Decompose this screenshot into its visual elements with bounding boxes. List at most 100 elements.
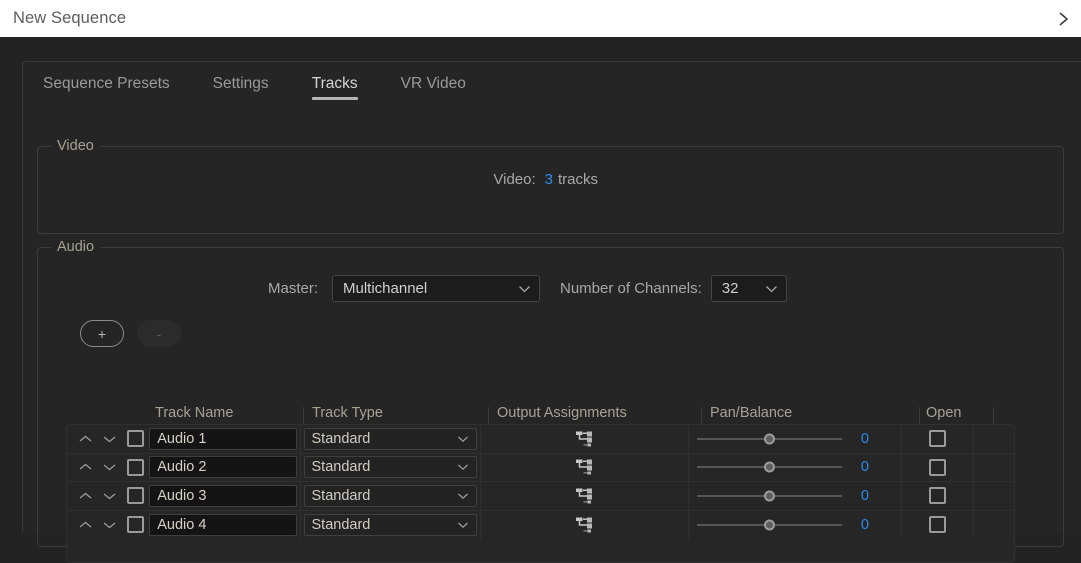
pan-balance-value[interactable]: 0 — [861, 517, 869, 533]
tab-tracks[interactable]: Tracks — [311, 75, 358, 100]
audio-routing-icon[interactable] — [575, 517, 594, 533]
tab-bar: Sequence Presets Settings Tracks VR Vide… — [23, 62, 466, 112]
add-track-button[interactable]: + — [80, 320, 124, 347]
dialog-body: Sequence Presets Settings Tracks VR Vide… — [0, 37, 1081, 563]
pan-balance-value[interactable]: 0 — [861, 459, 869, 475]
move-track-up-button[interactable] — [75, 429, 95, 449]
open-checkbox[interactable] — [928, 487, 946, 505]
chevron-down-icon — [518, 280, 531, 297]
pan-balance-slider[interactable] — [696, 515, 842, 535]
chevron-down-icon — [457, 459, 469, 475]
slider-knob[interactable] — [763, 461, 775, 473]
pan-balance-slider[interactable] — [696, 486, 842, 506]
track-type-select[interactable]: Standard — [303, 484, 478, 507]
chevron-down-icon — [457, 517, 469, 533]
pan-balance-cell: 0 — [687, 510, 901, 539]
chevron-down-icon — [457, 488, 469, 504]
slider-knob[interactable] — [763, 490, 775, 502]
move-track-down-button[interactable] — [99, 515, 119, 535]
track-name-input[interactable] — [149, 456, 297, 479]
track-type-select[interactable]: Standard — [303, 513, 478, 536]
move-track-up-button[interactable] — [75, 486, 95, 506]
open-cell — [900, 482, 973, 510]
track-type-value: Standard — [311, 459, 371, 476]
table-row: Standard 0 — [67, 510, 1014, 540]
slider-knob[interactable] — [763, 433, 775, 445]
pan-balance-value[interactable]: 0 — [861, 431, 869, 447]
track-name-input[interactable] — [149, 484, 297, 507]
tab-settings[interactable]: Settings — [213, 75, 269, 100]
move-track-up-button[interactable] — [75, 515, 95, 535]
open-cell — [900, 425, 973, 453]
track-type-select[interactable]: Standard — [303, 456, 478, 479]
table-row: Standard 0 — [67, 425, 1014, 454]
pan-balance-slider[interactable] — [696, 457, 842, 477]
video-group: Video Video: 3 tracks — [37, 138, 1064, 234]
slider-knob[interactable] — [763, 519, 775, 531]
open-cell — [900, 453, 973, 481]
output-assignments-cell[interactable] — [480, 510, 688, 539]
track-name-cell — [146, 482, 299, 510]
pan-balance-slider[interactable] — [696, 429, 842, 449]
remove-track-button: - — [137, 320, 181, 347]
header-output-assignments: Output Assignments — [489, 405, 702, 424]
track-select-checkbox[interactable] — [127, 516, 144, 534]
row-controls — [67, 511, 146, 540]
track-name-input[interactable] — [149, 513, 297, 536]
track-name-cell — [146, 454, 299, 482]
tab-vr-video[interactable]: VR Video — [401, 75, 466, 100]
window-titlebar: New Sequence — [0, 0, 1081, 37]
audio-tracks-table-header: Track Name Track Type Output Assignments… — [66, 399, 1036, 424]
open-checkbox[interactable] — [928, 430, 946, 448]
track-select-checkbox[interactable] — [127, 430, 144, 448]
row-end-spacer — [973, 453, 1014, 481]
open-checkbox[interactable] — [928, 458, 946, 476]
chevron-down-icon — [765, 280, 778, 297]
move-track-down-button[interactable] — [99, 486, 119, 506]
output-assignments-cell[interactable] — [480, 425, 688, 453]
tab-sequence-presets[interactable]: Sequence Presets — [43, 75, 170, 100]
open-checkbox[interactable] — [928, 516, 946, 534]
track-type-cell: Standard — [299, 482, 481, 510]
channels-label: Number of Channels: — [560, 280, 702, 297]
track-type-value: Standard — [311, 487, 371, 504]
track-name-input[interactable] — [149, 427, 297, 450]
track-type-value: Standard — [311, 516, 371, 533]
video-tracks-count[interactable]: 3 — [545, 171, 553, 188]
track-type-select[interactable]: Standard — [303, 427, 478, 450]
channels-select[interactable]: 32 — [710, 275, 787, 302]
track-type-value: Standard — [311, 430, 371, 447]
video-tracks-row: Video: 3 tracks — [38, 171, 598, 188]
output-assignments-cell[interactable] — [480, 482, 688, 510]
track-type-cell: Standard — [299, 425, 481, 453]
audio-routing-icon[interactable] — [575, 459, 594, 475]
header-spacer — [66, 421, 147, 424]
pan-balance-value[interactable]: 0 — [861, 488, 869, 504]
move-track-down-button[interactable] — [99, 457, 119, 477]
channels-select-value: 32 — [721, 280, 739, 297]
row-end-spacer — [973, 482, 1014, 510]
pan-balance-cell: 0 — [687, 425, 901, 453]
track-select-checkbox[interactable] — [127, 487, 144, 505]
audio-master-row: Master: Multichannel Number of Channels:… — [38, 275, 788, 302]
sequence-settings-panel: Sequence Presets Settings Tracks VR Vide… — [22, 61, 1081, 563]
master-select-value: Multichannel — [343, 280, 428, 297]
header-end-spacer — [994, 421, 1036, 424]
audio-routing-icon[interactable] — [575, 488, 594, 504]
master-select[interactable]: Multichannel — [332, 275, 540, 302]
audio-group-title: Audio — [51, 239, 101, 255]
output-assignments-cell[interactable] — [480, 453, 688, 481]
track-select-checkbox[interactable] — [127, 458, 144, 476]
move-track-down-button[interactable] — [99, 429, 119, 449]
audio-routing-icon[interactable] — [575, 431, 594, 447]
window-title: New Sequence — [13, 9, 127, 27]
chevron-right-icon[interactable] — [1049, 4, 1079, 34]
move-track-up-button[interactable] — [75, 457, 95, 477]
track-name-cell — [146, 425, 299, 453]
header-track-name: Track Name — [147, 405, 304, 424]
audio-tracks-table: Track Name Track Type Output Assignments… — [66, 399, 1036, 563]
master-label: Master: — [267, 280, 318, 297]
table-row: Standard 0 — [67, 453, 1014, 482]
row-end-spacer — [973, 425, 1014, 453]
header-open: Open — [920, 405, 994, 424]
